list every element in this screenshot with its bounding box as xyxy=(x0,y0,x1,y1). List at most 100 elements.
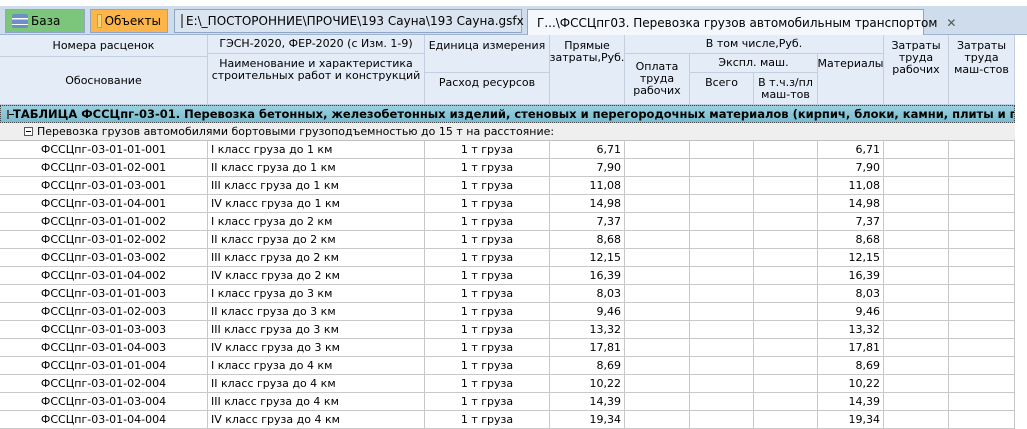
cell-code[interactable]: ФССЦпг-03-01-01-004 xyxy=(0,357,208,374)
cell-labor-pay[interactable] xyxy=(625,357,690,374)
cell-direct[interactable]: 13,32 xyxy=(550,321,625,338)
cell-machine-total[interactable] xyxy=(690,321,754,338)
cell-labor-workers[interactable] xyxy=(884,195,949,212)
cell-name[interactable]: II класс груза до 1 км xyxy=(208,159,425,176)
cell-name[interactable]: I класс груза до 4 км xyxy=(208,357,425,374)
cell-machine-total[interactable] xyxy=(690,267,754,284)
table-row[interactable]: ФССЦпг-03-01-04-004 IV класс груза до 4 к… xyxy=(0,411,1015,429)
cell-machine-wage[interactable] xyxy=(754,393,818,410)
cell-machine-total[interactable] xyxy=(690,285,754,302)
cell-direct[interactable]: 17,81 xyxy=(550,339,625,356)
cell-machine-wage[interactable] xyxy=(754,141,818,158)
cell-machine-total[interactable] xyxy=(690,303,754,320)
cell-machine-total[interactable] xyxy=(690,393,754,410)
cell-unit[interactable]: 1 т груза xyxy=(425,177,550,194)
cell-code[interactable]: ФССЦпг-03-01-02-001 xyxy=(0,159,208,176)
tab-objects[interactable]: Объекты xyxy=(90,9,168,33)
cell-machine-wage[interactable] xyxy=(754,213,818,230)
cell-direct[interactable]: 11,08 xyxy=(550,177,625,194)
collapse-icon[interactable] xyxy=(24,127,33,136)
cell-labor-pay[interactable] xyxy=(625,285,690,302)
tab-base[interactable]: База xyxy=(5,9,85,33)
col-labor-pay[interactable]: Оплата труда рабочих xyxy=(625,54,690,105)
cell-labor-workers[interactable] xyxy=(884,393,949,410)
table-row[interactable]: ФССЦпг-03-01-04-002 IV класс груза до 2 к… xyxy=(0,267,1015,285)
cell-name[interactable]: I класс груза до 1 км xyxy=(208,141,425,158)
table-row[interactable]: ФССЦпг-03-01-01-001 I класс груза до 1 км… xyxy=(0,141,1015,159)
cell-labor-pay[interactable] xyxy=(625,231,690,248)
cell-labor-pay[interactable] xyxy=(625,249,690,266)
cell-materials[interactable]: 8,69 xyxy=(818,357,884,374)
cell-machine-wage[interactable] xyxy=(754,321,818,338)
cell-code[interactable]: ФССЦпг-03-01-03-002 xyxy=(0,249,208,266)
table-row[interactable]: ФССЦпг-03-01-03-001 III класс груза до 1 … xyxy=(0,177,1015,195)
cell-labor-machinists[interactable] xyxy=(949,357,1015,374)
cell-materials[interactable]: 16,39 xyxy=(818,267,884,284)
cell-name[interactable]: IV класс груза до 2 км xyxy=(208,267,425,284)
cell-labor-workers[interactable] xyxy=(884,357,949,374)
col-rate-numbers[interactable]: Номера расценок xyxy=(0,35,208,57)
cell-labor-machinists[interactable] xyxy=(949,375,1015,392)
cell-materials[interactable]: 10,22 xyxy=(818,375,884,392)
cell-materials[interactable]: 8,68 xyxy=(818,231,884,248)
cell-labor-workers[interactable] xyxy=(884,303,949,320)
cell-machine-wage[interactable] xyxy=(754,195,818,212)
cell-labor-machinists[interactable] xyxy=(949,267,1015,284)
cell-labor-pay[interactable] xyxy=(625,177,690,194)
cell-labor-machinists[interactable] xyxy=(949,393,1015,410)
cell-code[interactable]: ФССЦпг-03-01-03-004 xyxy=(0,393,208,410)
cell-unit[interactable]: 1 т груза xyxy=(425,339,550,356)
cell-code[interactable]: ФССЦпг-03-01-03-003 xyxy=(0,321,208,338)
cell-unit[interactable]: 1 т груза xyxy=(425,213,550,230)
cell-unit[interactable]: 1 т груза xyxy=(425,411,550,428)
cell-materials[interactable]: 8,03 xyxy=(818,285,884,302)
subgroup-row[interactable]: Перевозка грузов автомобилями бортовыми … xyxy=(0,123,1015,141)
col-labor-workers[interactable]: Затраты труда рабочих xyxy=(884,35,949,105)
cell-direct[interactable]: 9,46 xyxy=(550,303,625,320)
close-icon[interactable]: ✕ xyxy=(946,16,956,30)
cell-machine-wage[interactable] xyxy=(754,177,818,194)
col-norm-base[interactable]: ГЭСН-2020, ФЕР-2020 (с Изм. 1-9) xyxy=(208,35,425,54)
cell-machine-total[interactable] xyxy=(690,195,754,212)
cell-name[interactable]: II класс груза до 4 км xyxy=(208,375,425,392)
cell-labor-pay[interactable] xyxy=(625,213,690,230)
cell-labor-workers[interactable] xyxy=(884,159,949,176)
cell-machine-wage[interactable] xyxy=(754,249,818,266)
cell-materials[interactable]: 12,15 xyxy=(818,249,884,266)
table-row[interactable]: ФССЦпг-03-01-01-004 I класс груза до 4 км… xyxy=(0,357,1015,375)
cell-materials[interactable]: 9,46 xyxy=(818,303,884,320)
cell-labor-machinists[interactable] xyxy=(949,249,1015,266)
table-row[interactable]: ФССЦпг-03-01-04-001 IV класс груза до 1 к… xyxy=(0,195,1015,213)
cell-code[interactable]: ФССЦпг-03-01-01-003 xyxy=(0,285,208,302)
cell-name[interactable]: III класс груза до 4 км xyxy=(208,393,425,410)
cell-labor-pay[interactable] xyxy=(625,321,690,338)
cell-code[interactable]: ФССЦпг-03-01-04-003 xyxy=(0,339,208,356)
col-name[interactable]: Наименование и характеристика строительн… xyxy=(208,54,425,105)
cell-direct[interactable]: 7,90 xyxy=(550,159,625,176)
cell-direct[interactable]: 16,39 xyxy=(550,267,625,284)
cell-direct[interactable]: 8,69 xyxy=(550,357,625,374)
table-row[interactable]: ФССЦпг-03-01-02-003 II класс груза до 3 к… xyxy=(0,303,1015,321)
cell-materials[interactable]: 7,37 xyxy=(818,213,884,230)
cell-labor-pay[interactable] xyxy=(625,267,690,284)
cell-name[interactable]: I класс груза до 3 км xyxy=(208,285,425,302)
cell-name[interactable]: III класс груза до 1 км xyxy=(208,177,425,194)
table-row[interactable]: ФССЦпг-03-01-03-004 III класс груза до 4 … xyxy=(0,393,1015,411)
cell-code[interactable]: ФССЦпг-03-01-01-002 xyxy=(0,213,208,230)
cell-unit[interactable]: 1 т груза xyxy=(425,195,550,212)
cell-unit[interactable]: 1 т груза xyxy=(425,159,550,176)
cell-labor-workers[interactable] xyxy=(884,213,949,230)
cell-code[interactable]: ФССЦпг-03-01-04-002 xyxy=(0,267,208,284)
cell-labor-pay[interactable] xyxy=(625,411,690,428)
table-row[interactable]: ФССЦпг-03-01-02-002 II класс груза до 2 к… xyxy=(0,231,1015,249)
cell-machine-total[interactable] xyxy=(690,177,754,194)
cell-labor-pay[interactable] xyxy=(625,195,690,212)
cell-labor-machinists[interactable] xyxy=(949,177,1015,194)
cell-machine-total[interactable] xyxy=(690,213,754,230)
cell-labor-workers[interactable] xyxy=(884,411,949,428)
cell-machine-total[interactable] xyxy=(690,375,754,392)
cell-labor-workers[interactable] xyxy=(884,267,949,284)
col-machine-wage[interactable]: В т.ч.з/пл маш-тов xyxy=(754,73,818,105)
table-row[interactable]: ФССЦпг-03-01-04-003 IV класс груза до 3 к… xyxy=(0,339,1015,357)
group-row[interactable]: ТАБЛИЦА ФССЦпг-03-01. Перевозка бетонных… xyxy=(0,105,1015,123)
